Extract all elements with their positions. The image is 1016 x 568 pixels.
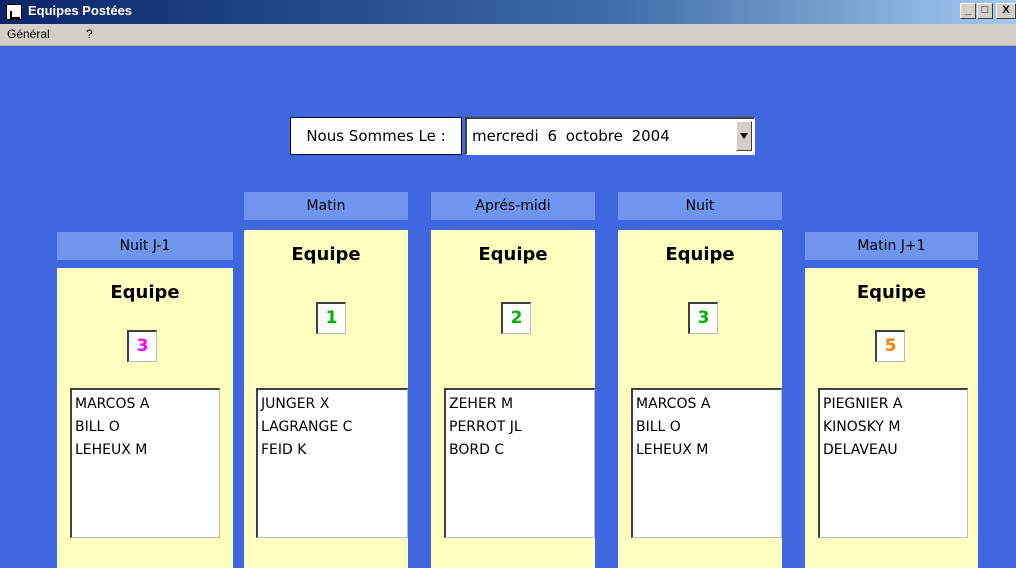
member-list[interactable]: MARCOS A BILL O LEHEUX M: [70, 388, 220, 538]
list-item: BILL O: [75, 419, 120, 435]
minimize-button[interactable]: _: [960, 3, 976, 19]
header-matin: Matin: [244, 192, 408, 220]
list-item: MARCOS A: [636, 396, 711, 412]
team-panel-matin: Equipe 1 JUNGER X LAGRANGE C FEID K: [244, 230, 408, 568]
team-number[interactable]: 2: [501, 302, 531, 334]
team-panel-nuit-j-1: Equipe 3 MARCOS A BILL O LEHEUX M: [57, 268, 233, 568]
member-list[interactable]: JUNGER X LAGRANGE C FEID K: [256, 388, 408, 538]
list-item: BILL O: [636, 419, 681, 435]
team-panel-matin-j-plus-1: Equipe 5 PIEGNIER A KINOSKY M DELAVEAU: [805, 268, 978, 568]
date-select[interactable]: mercredi 6 octobre 2004: [465, 117, 755, 155]
list-item: DELAVEAU: [823, 442, 898, 458]
window-title: Equipes Postées: [28, 3, 133, 18]
team-number[interactable]: 1: [316, 302, 346, 334]
date-label: Nous Sommes Le :: [290, 117, 462, 155]
list-item: LAGRANGE C: [261, 419, 353, 435]
equipe-title: Equipe: [665, 244, 735, 265]
team-number[interactable]: 3: [688, 302, 718, 334]
list-item: JUNGER X: [261, 396, 330, 412]
header-matin-j-plus-1: Matin J+1: [805, 232, 978, 260]
team-panel-apres-midi: Equipe 2 ZEHER M PERROT JL BORD C: [431, 230, 595, 568]
menu-general[interactable]: Général: [7, 27, 50, 41]
list-item: FEID K: [261, 442, 307, 458]
team-panel-nuit: Equipe 3 MARCOS A BILL O LEHEUX M: [618, 230, 782, 568]
list-item: KINOSKY M: [823, 419, 901, 435]
equipe-title: Equipe: [291, 244, 361, 265]
list-item: PIEGNIER A: [823, 396, 903, 412]
list-item: PERROT JL: [449, 419, 522, 435]
list-item: LEHEUX M: [636, 442, 709, 458]
team-number[interactable]: 5: [875, 330, 905, 362]
menu-bar: Général ?: [0, 24, 1016, 46]
member-list[interactable]: PIEGNIER A KINOSKY M DELAVEAU: [818, 388, 968, 538]
header-nuit: Nuit: [618, 192, 782, 220]
title-bar: Equipes Postées _ □ X: [0, 0, 1016, 24]
app-icon[interactable]: [6, 4, 22, 20]
member-list[interactable]: ZEHER M PERROT JL BORD C: [444, 388, 595, 538]
header-apres-midi: Aprés-midi: [431, 192, 595, 220]
date-value: mercredi 6 octobre 2004: [472, 127, 670, 145]
chevron-down-icon[interactable]: [736, 121, 752, 151]
menu-help[interactable]: ?: [86, 27, 93, 41]
equipe-title: Equipe: [110, 282, 180, 303]
list-item: ZEHER M: [449, 396, 514, 412]
team-number[interactable]: 3: [127, 330, 157, 362]
list-item: MARCOS A: [75, 396, 150, 412]
maximize-button[interactable]: □: [977, 3, 993, 19]
equipe-title: Equipe: [478, 244, 548, 265]
list-item: BORD C: [449, 442, 505, 458]
close-button[interactable]: X: [996, 3, 1016, 19]
header-nuit-j-1: Nuit J-1: [57, 232, 233, 260]
equipe-title: Equipe: [856, 282, 927, 303]
list-item: LEHEUX M: [75, 442, 148, 458]
member-list[interactable]: MARCOS A BILL O LEHEUX M: [631, 388, 782, 538]
